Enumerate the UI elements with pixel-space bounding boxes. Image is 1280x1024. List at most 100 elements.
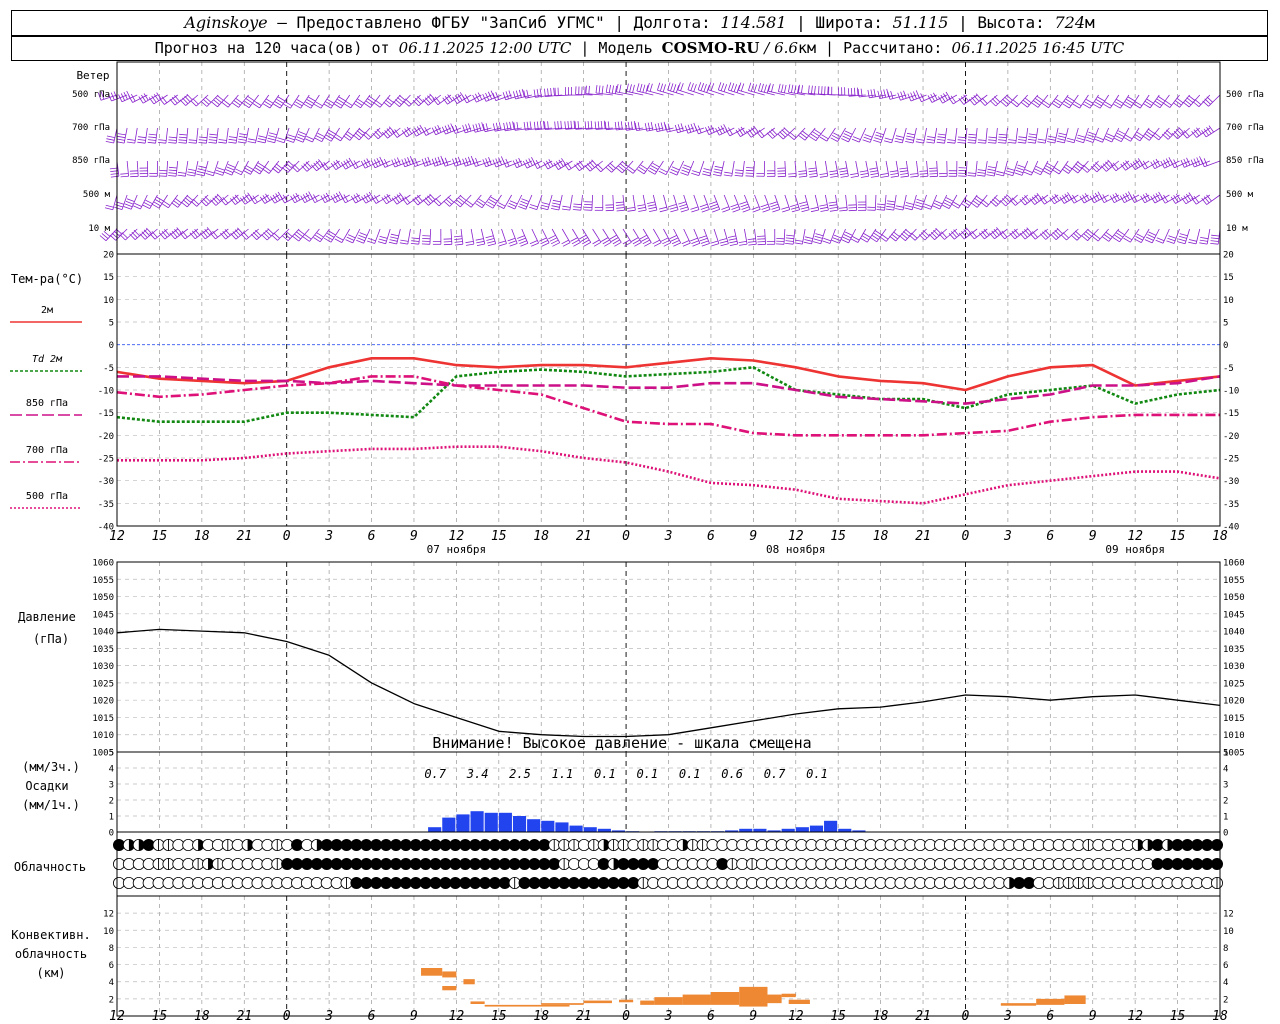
wind-barb-feather bbox=[488, 199, 497, 204]
wind-barb bbox=[739, 194, 751, 213]
wind-barb bbox=[678, 194, 689, 213]
wind-barb-staff bbox=[227, 94, 239, 108]
wind-barb bbox=[968, 93, 988, 106]
wind-barb-feather bbox=[276, 140, 285, 144]
wind-barb-staff bbox=[174, 94, 189, 106]
wind-barb-feather bbox=[518, 237, 526, 242]
wind-barb-feather bbox=[669, 235, 677, 240]
wind-barb bbox=[828, 86, 846, 96]
wind-barb-feather bbox=[106, 135, 115, 138]
time-tick-label: 9 bbox=[1089, 529, 1097, 544]
wind-barb-feather bbox=[187, 171, 196, 174]
wind-barb-feather bbox=[1156, 237, 1165, 242]
pressure-unit: (гПа) bbox=[33, 632, 69, 646]
wind-barb-feather bbox=[570, 120, 572, 129]
wind-barb bbox=[1104, 127, 1120, 143]
wind-barb-feather bbox=[1104, 138, 1113, 143]
wind-barb-feather bbox=[799, 201, 808, 205]
wind-barb-feather bbox=[1005, 170, 1014, 174]
wind-barb-feather bbox=[852, 136, 861, 140]
wind-barb-staff bbox=[136, 160, 139, 177]
wind-barb-feather bbox=[690, 206, 699, 210]
temperature-tick-right: -15 bbox=[1223, 409, 1239, 419]
wind-barb-feather bbox=[670, 83, 674, 92]
wind-barb-feather bbox=[313, 103, 322, 109]
wind-barb bbox=[371, 194, 391, 204]
pressure-tick-left: 1055 bbox=[92, 576, 114, 586]
day-label: 08 ноября bbox=[766, 543, 826, 556]
wind-barb bbox=[1160, 194, 1180, 204]
wind-barb bbox=[808, 160, 818, 178]
wind-barb bbox=[594, 194, 604, 211]
wind-barb-feather bbox=[485, 203, 494, 209]
wind-barb-feather bbox=[1199, 239, 1208, 242]
wind-barb-feather bbox=[1017, 164, 1026, 168]
wind-barb-feather bbox=[877, 203, 886, 206]
wind-barb-feather bbox=[884, 137, 893, 141]
wind-barb-feather bbox=[137, 141, 146, 144]
wind-barb-feather bbox=[822, 240, 831, 244]
wind-barb-feather bbox=[224, 171, 233, 176]
wind-barb-feather bbox=[268, 135, 277, 138]
time-tick-label-bottom: 12 bbox=[788, 1009, 804, 1024]
temperature-tick-left: -25 bbox=[98, 455, 114, 465]
wind-barb-feather bbox=[632, 239, 641, 245]
wind-barb-feather bbox=[178, 139, 187, 141]
time-tick-label: 12 bbox=[109, 529, 125, 544]
wind-barb-feather bbox=[887, 200, 896, 203]
wind-barb-feather bbox=[829, 173, 838, 176]
convective-tick-left: 12 bbox=[103, 910, 114, 920]
wind-barb-staff bbox=[1035, 228, 1049, 240]
wind-barb-feather bbox=[915, 141, 924, 144]
wind-barb-feather bbox=[748, 82, 752, 91]
wind-barb-feather bbox=[850, 238, 859, 243]
wind-barb bbox=[909, 160, 919, 178]
wind-barb-feather bbox=[371, 160, 376, 168]
wind-barb-feather bbox=[683, 164, 692, 168]
time-tick-label-bottom: 9 bbox=[410, 1009, 418, 1024]
wind-barb-staff bbox=[175, 127, 179, 144]
convective-tick-left: 2 bbox=[109, 995, 114, 1005]
temperature-tick-right: -30 bbox=[1223, 477, 1239, 487]
wind-barb-feather bbox=[810, 209, 819, 213]
wind-barb-feather bbox=[910, 175, 919, 178]
wind-barb bbox=[168, 127, 179, 144]
wind-barb-feather bbox=[475, 123, 479, 132]
time-tick-label-bottom: 15 bbox=[830, 1009, 846, 1024]
wind-barb-feather bbox=[179, 133, 188, 136]
wind-barb-feather bbox=[988, 166, 996, 169]
wind-barb-feather bbox=[745, 172, 754, 174]
wind-barb bbox=[660, 228, 672, 247]
wind-barb-staff bbox=[1045, 228, 1059, 240]
wind-barb-feather bbox=[1105, 135, 1114, 140]
wind-barb-feather bbox=[1113, 137, 1122, 143]
wind-barb-staff bbox=[965, 160, 968, 177]
precip-tick-left: 4 bbox=[109, 765, 114, 775]
pressure-tick-right: 1040 bbox=[1223, 628, 1245, 638]
wind-barb-feather bbox=[611, 237, 619, 242]
wind-barb-feather bbox=[306, 135, 314, 140]
wind-barb bbox=[1191, 194, 1211, 205]
wind-barb-feather bbox=[729, 240, 738, 244]
wind-barb-feather bbox=[515, 90, 519, 99]
wind-barb-feather bbox=[156, 196, 164, 202]
wind-barb bbox=[887, 90, 907, 100]
wind-barb-staff bbox=[123, 127, 128, 144]
wind-barb-staff bbox=[450, 228, 453, 245]
wind-barb-feather bbox=[509, 200, 518, 205]
wind-barb-staff bbox=[165, 127, 168, 144]
wind-barb-feather bbox=[196, 173, 205, 177]
wind-barb-staff bbox=[492, 194, 502, 209]
wind-barb-staff bbox=[572, 228, 581, 243]
wind-barb-feather bbox=[627, 209, 636, 212]
wind-barb-feather bbox=[988, 139, 997, 141]
wind-barb-feather bbox=[1085, 99, 1094, 104]
wind-barb-feather bbox=[850, 175, 859, 178]
wind-barb-feather bbox=[841, 239, 849, 244]
wind-barb bbox=[330, 191, 350, 204]
wind-barb-feather bbox=[771, 84, 774, 92]
wind-barb-feather bbox=[673, 84, 677, 93]
wind-barb-feather bbox=[1113, 103, 1121, 109]
wind-barb-feather bbox=[145, 199, 153, 205]
wind-barb-feather bbox=[997, 142, 1006, 144]
